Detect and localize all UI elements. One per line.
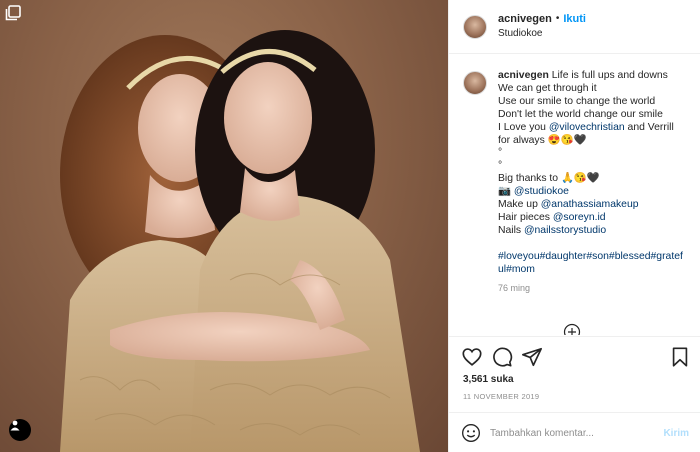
makeup-prefix: Make up <box>498 199 541 211</box>
caption-always-line: for always 😍😘🖤 <box>498 134 587 146</box>
mention-makeup[interactable]: @anathassiamakeup <box>541 199 639 210</box>
caption-thanks-line: Big thanks to 🙏😘🖤 <box>498 173 600 185</box>
caption-hair-line: Hair pieces @soreyn.id <box>498 212 688 225</box>
mention-hair[interactable]: @soreyn.id <box>553 212 606 223</box>
post-actions: 3,561 suka 11 NOVEMBER 2019 Kirim <box>449 336 700 452</box>
load-more-comments-icon[interactable] <box>563 323 581 335</box>
comment-bar: Kirim <box>449 412 700 452</box>
love-suffix: and Verrill <box>624 121 674 133</box>
photo-illustration <box>60 30 420 452</box>
mention-nails[interactable]: @nailsstorystudio <box>524 225 606 236</box>
user-tag-icon[interactable] <box>9 419 31 441</box>
love-prefix: I Love you <box>498 121 549 133</box>
instagram-post: acnivegen • Ikuti Studiokoe acnivegen Li… <box>0 0 700 452</box>
mention-vilove[interactable]: @vilovechristian <box>549 122 625 133</box>
post-photo[interactable] <box>0 0 448 452</box>
location-link[interactable]: Studiokoe <box>498 27 586 41</box>
girl-face <box>224 62 312 174</box>
separator-dot: • <box>555 13 560 24</box>
header-top-row: acnivegen • Ikuti <box>498 12 586 26</box>
like-count[interactable]: 3,561 suka <box>463 374 514 385</box>
multiple-photos-icon <box>5 5 21 21</box>
caption-makeup-line: Make up @anathassiamakeup <box>498 199 688 212</box>
time-ago: 76 ming <box>498 283 531 294</box>
caption-line-3: Don't let the world change our smile <box>498 108 663 120</box>
post-date: 11 NOVEMBER 2019 <box>463 392 540 401</box>
emoji-icon[interactable] <box>461 423 481 443</box>
heart-icon[interactable] <box>461 346 483 368</box>
header-text: acnivegen • Ikuti Studiokoe <box>498 12 586 41</box>
caption-username[interactable]: acnivegen <box>498 70 549 81</box>
caption-area: acnivegen Life is full ups and downs We … <box>449 55 700 335</box>
share-icon[interactable] <box>521 346 543 368</box>
post-comment-button[interactable]: Kirim <box>663 428 689 439</box>
caption-spacer-1: ° <box>498 147 503 159</box>
username-link[interactable]: acnivegen <box>498 12 552 26</box>
caption-avatar[interactable] <box>463 71 487 95</box>
caption-studio-line: 📷 @studiokoe <box>498 186 688 199</box>
comment-icon[interactable] <box>491 346 513 368</box>
caption-spacer-2: ° <box>498 160 503 172</box>
mention-studio[interactable]: @studiokoe <box>514 186 569 197</box>
save-icon[interactable] <box>669 346 691 368</box>
caption-love-line: I Love you @vilovechristian and Verrill <box>498 122 688 135</box>
camera-emoji: 📷 <box>498 186 511 198</box>
post-side-panel: acnivegen • Ikuti Studiokoe acnivegen Li… <box>448 0 700 452</box>
hair-prefix: Hair pieces <box>498 211 553 223</box>
comment-input[interactable] <box>490 427 650 439</box>
caption-nails-line: Nails @nailsstorystudio <box>498 225 688 238</box>
follow-button[interactable]: Ikuti <box>563 12 586 26</box>
caption-first-line: acnivegen Life is full ups and downs <box>498 70 688 83</box>
hashtags[interactable]: #loveyou#daughter#son#blessed#grateful#m… <box>498 251 688 277</box>
caption-line-2: Use our smile to change the world <box>498 95 656 107</box>
avatar[interactable] <box>463 14 487 39</box>
post-header: acnivegen • Ikuti Studiokoe <box>449 0 700 54</box>
nails-prefix: Nails <box>498 224 524 236</box>
caption-text: acnivegen Life is full ups and downs We … <box>498 70 688 335</box>
action-icons <box>461 346 543 368</box>
caption-line-0: Life is full ups and downs <box>551 70 668 81</box>
caption-line-1: We can get through it <box>498 82 597 94</box>
